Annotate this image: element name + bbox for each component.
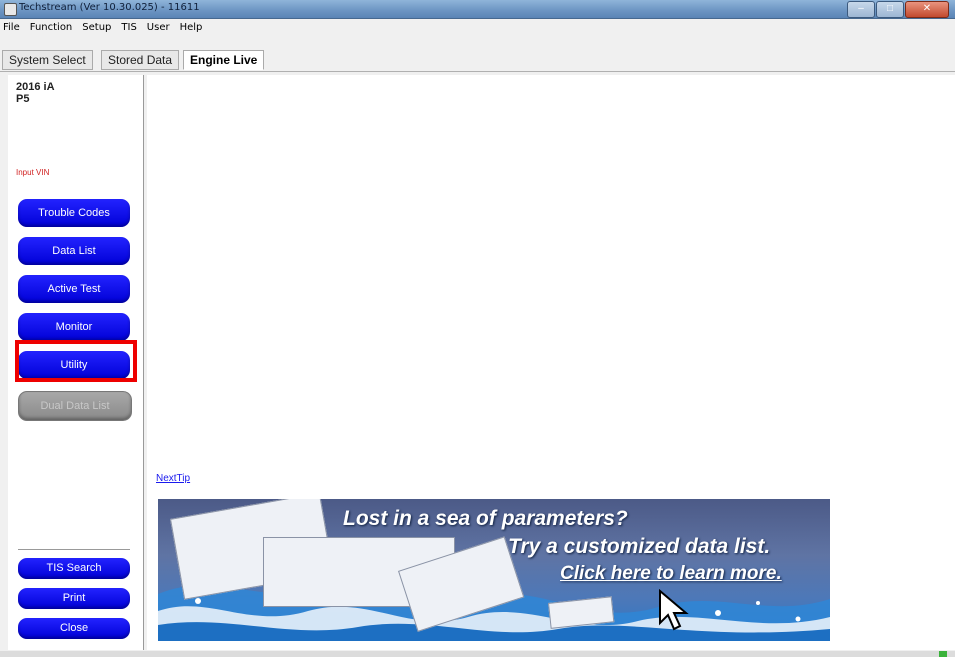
- main-panel: NextTip Lost in a sea of parameters? Try…: [147, 75, 955, 650]
- title-bar: Techstream (Ver 10.30.025) - 11611 – □ ✕: [0, 0, 955, 19]
- close-button[interactable]: Close: [18, 618, 130, 639]
- active-test-button[interactable]: Active Test: [18, 275, 130, 303]
- window-title: Techstream (Ver 10.30.025) - 11611: [19, 2, 200, 13]
- maximize-button[interactable]: □: [876, 1, 904, 18]
- tis-search-button[interactable]: TIS Search: [18, 558, 130, 579]
- mouse-cursor-icon: [659, 589, 689, 631]
- tab-bar: System Select Stored Data Engine Live: [0, 35, 955, 72]
- close-icon: ✕: [922, 3, 932, 14]
- minimize-button[interactable]: –: [847, 1, 875, 18]
- dual-data-list-button: Dual Data List: [18, 391, 132, 421]
- next-tip-link[interactable]: NextTip: [156, 473, 190, 484]
- maximize-icon: □: [886, 3, 894, 14]
- tab-engine-live[interactable]: Engine Live: [183, 50, 265, 70]
- tab-stored-data[interactable]: Stored Data: [101, 50, 180, 70]
- utility-highlight-box: [15, 340, 137, 382]
- app-icon: [4, 3, 17, 16]
- minimize-icon: –: [858, 3, 864, 14]
- data-list-button[interactable]: Data List: [18, 237, 130, 265]
- trouble-codes-button[interactable]: Trouble Codes: [18, 199, 130, 227]
- tab-system-select[interactable]: System Select: [2, 50, 93, 70]
- sidebar-divider: [18, 549, 130, 550]
- banner-subheadline: Try a customized data list.: [508, 535, 771, 558]
- menu-help[interactable]: Help: [180, 22, 203, 33]
- input-vin-link[interactable]: Input VIN: [16, 168, 49, 177]
- status-bar: [0, 651, 955, 657]
- menu-file[interactable]: File: [3, 22, 20, 33]
- customized-data-list-banner[interactable]: Lost in a sea of parameters? Try a custo…: [158, 499, 830, 641]
- banner-learn-more-link[interactable]: Click here to learn more.: [560, 563, 782, 585]
- print-button[interactable]: Print: [18, 588, 130, 609]
- window-controls: – □ ✕: [846, 1, 949, 18]
- menu-function[interactable]: Function: [30, 22, 73, 33]
- menu-user[interactable]: User: [147, 22, 170, 33]
- status-indicator-icon: [939, 651, 947, 657]
- vehicle-info: 2016 iA P5: [16, 81, 55, 105]
- vehicle-model: 2016 iA: [16, 81, 55, 93]
- monitor-button[interactable]: Monitor: [18, 313, 130, 341]
- menu-tis[interactable]: TIS: [121, 22, 136, 33]
- banner-headline: Lost in a sea of parameters?: [343, 507, 628, 530]
- menu-bar: File Function Setup TIS User Help: [0, 19, 955, 35]
- close-window-button[interactable]: ✕: [905, 1, 949, 18]
- vehicle-code: P5: [16, 93, 30, 105]
- menu-setup[interactable]: Setup: [82, 22, 111, 33]
